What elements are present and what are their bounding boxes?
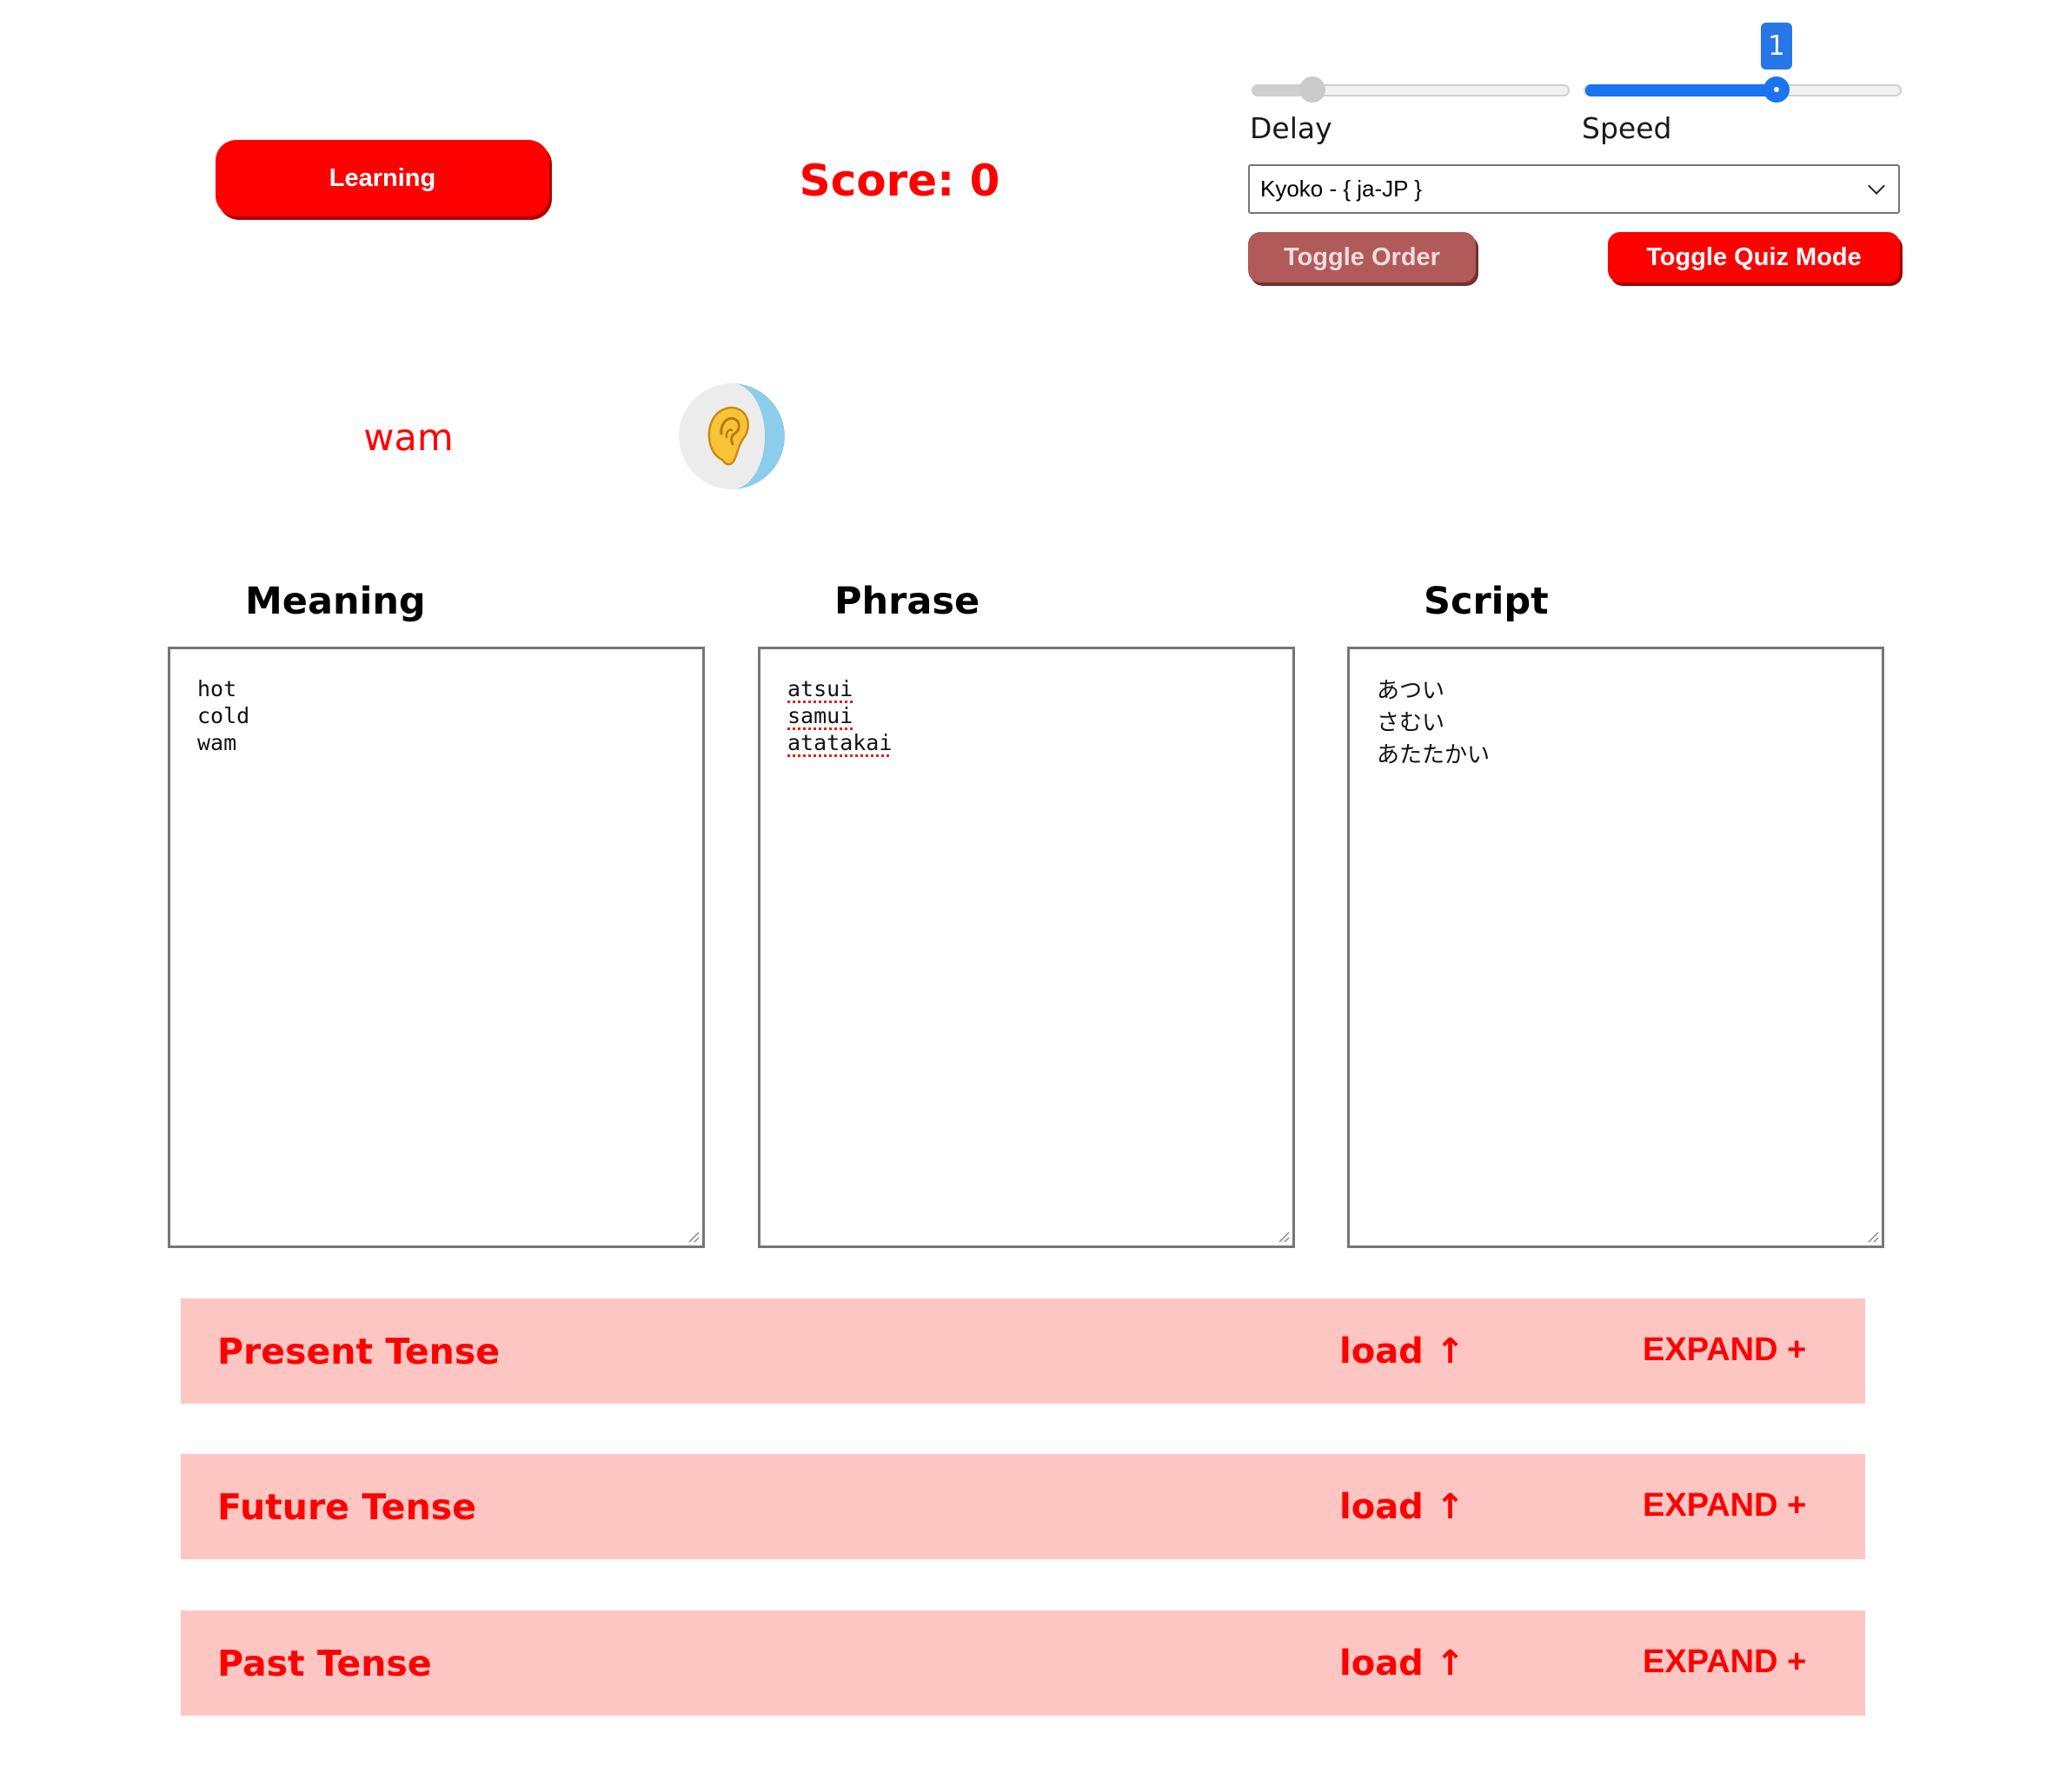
speed-slider-thumb[interactable]	[1763, 76, 1790, 103]
voice-select[interactable]: Kyoko - { ja-JP }	[1248, 164, 1900, 214]
expand-button[interactable]: EXPAND +	[1643, 1637, 1806, 1687]
phrase-textarea[interactable]: atsui samui atatakai	[758, 647, 1295, 1248]
load-button[interactable]: load ↑	[1339, 1326, 1464, 1377]
script-textarea[interactable]: あつい さむい あたたかい	[1347, 647, 1884, 1248]
script-column-title: Script	[1424, 580, 1549, 623]
script-line: さむい	[1377, 710, 1445, 736]
script-line: あたたかい	[1377, 742, 1491, 768]
resize-handle-icon[interactable]	[1278, 1231, 1290, 1243]
phrase-column-title: Phrase	[834, 580, 980, 623]
speed-slider-fill	[1585, 84, 1781, 96]
delay-slider-thumb[interactable]	[1299, 76, 1325, 103]
phrase-line: samui	[787, 703, 853, 728]
tense-title: Present Tense	[217, 1331, 501, 1372]
score-display: Score: 0	[799, 156, 1000, 206]
phrase-line: atatakai	[787, 730, 893, 755]
meaning-line: hot	[197, 676, 237, 701]
load-button[interactable]: load ↑	[1339, 1482, 1464, 1532]
meaning-textarea[interactable]: hot cold wam	[168, 647, 705, 1248]
resize-handle-icon[interactable]	[687, 1231, 700, 1243]
speed-slider[interactable]	[1584, 76, 1902, 103]
delay-slider[interactable]	[1252, 76, 1570, 103]
resize-handle-icon[interactable]	[1867, 1231, 1879, 1243]
chevron-down-icon	[1868, 177, 1885, 195]
meaning-line: cold	[197, 703, 250, 728]
tense-title: Past Tense	[217, 1643, 432, 1684]
phrase-line: atsui	[787, 676, 853, 701]
tense-section-future: Future Tense load ↑ EXPAND +	[181, 1454, 1865, 1559]
delay-label: Delay	[1250, 111, 1332, 145]
tense-title: Future Tense	[217, 1486, 476, 1528]
meaning-line: wam	[197, 730, 237, 755]
tense-section-present: Present Tense load ↑ EXPAND +	[181, 1298, 1865, 1404]
voice-select-value: Kyoko - { ja-JP }	[1260, 176, 1422, 202]
toggle-quiz-mode-button[interactable]: Toggle Quiz Mode	[1608, 232, 1900, 282]
meaning-column-title: Meaning	[245, 580, 426, 623]
speed-value-tooltip: 1	[1761, 23, 1792, 70]
toggle-order-button[interactable]: Toggle Order	[1248, 232, 1476, 282]
script-line: あつい	[1377, 678, 1445, 704]
speed-label: Speed	[1582, 111, 1672, 145]
app-page: Learning Score: 0 Delay 1 Speed Kyoko - …	[0, 0, 2072, 1780]
learning-mode-button[interactable]: Learning	[216, 140, 549, 216]
load-button[interactable]: load ↑	[1339, 1638, 1464, 1689]
expand-button[interactable]: EXPAND +	[1643, 1325, 1806, 1375]
listen-button[interactable]	[679, 383, 785, 489]
expand-button[interactable]: EXPAND +	[1643, 1480, 1806, 1531]
current-word: wam	[363, 416, 454, 460]
tense-section-past: Past Tense load ↑ EXPAND +	[181, 1611, 1865, 1716]
ear-icon	[679, 383, 785, 489]
